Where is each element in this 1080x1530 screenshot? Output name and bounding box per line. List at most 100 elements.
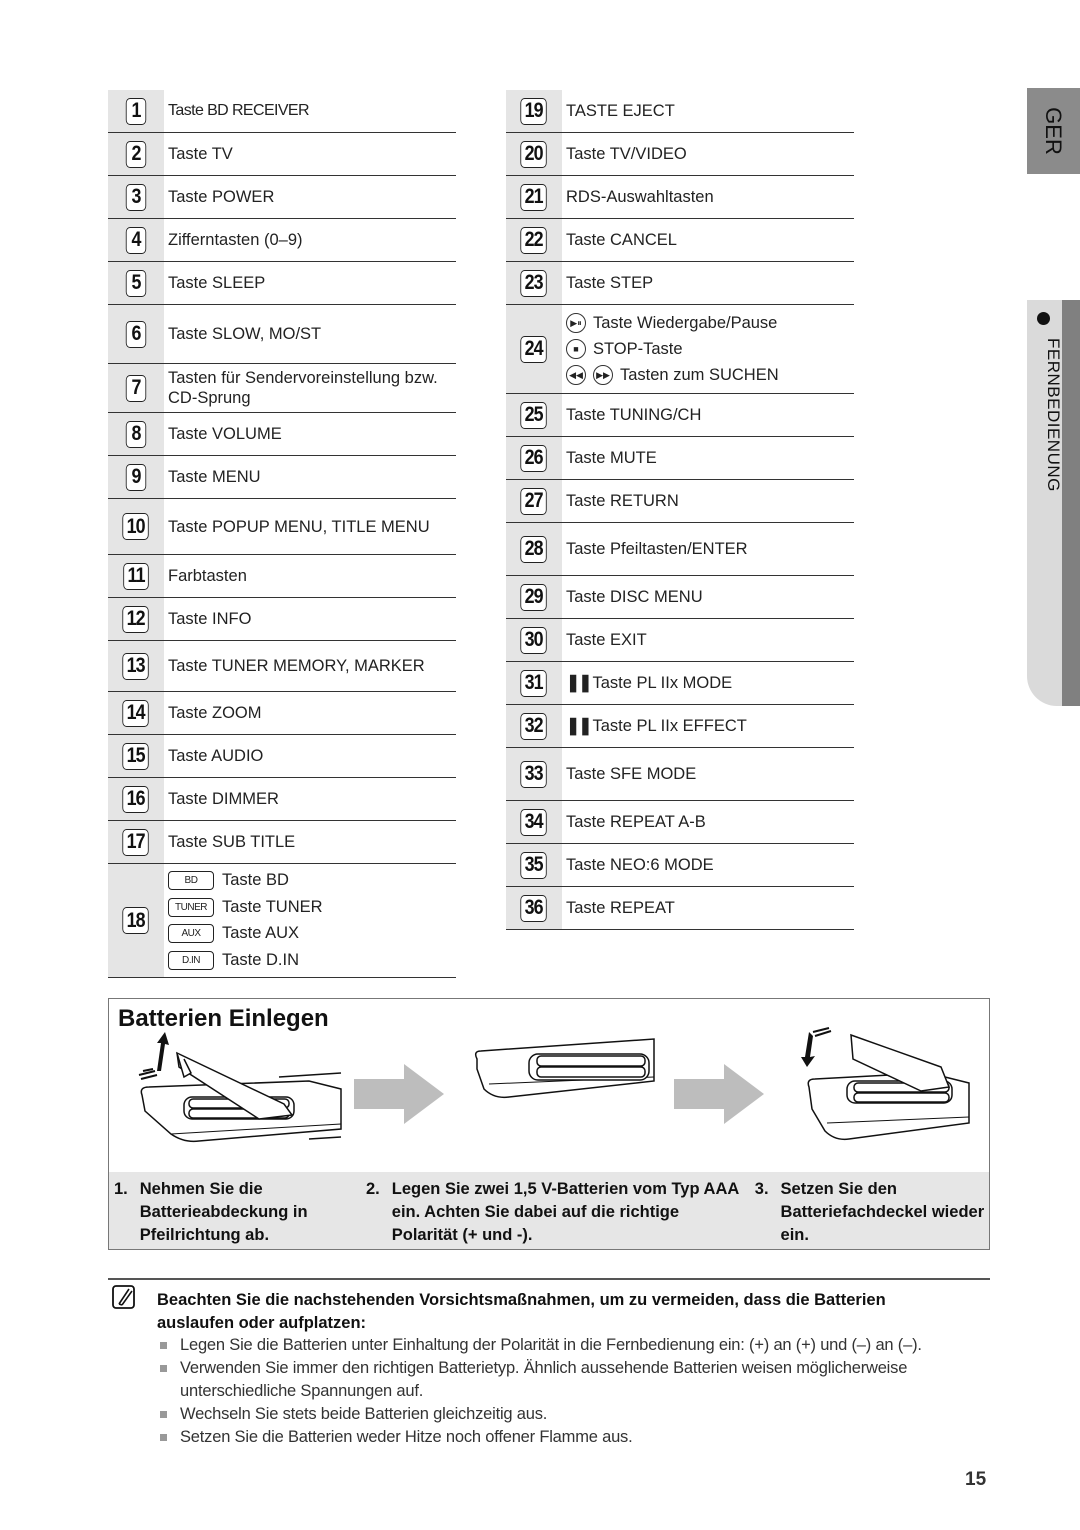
stop-icon: ■ bbox=[566, 339, 586, 359]
item-label: Taste Wiedergabe/Pause bbox=[593, 313, 778, 332]
step-number: 1. bbox=[114, 1180, 128, 1198]
item-label: Taste TV/VIDEO bbox=[566, 145, 687, 163]
button-list-row: 4 Zifferntasten (0–9) bbox=[108, 219, 456, 262]
item-number: 19 bbox=[520, 97, 548, 125]
item-label: Taste REPEAT A-B bbox=[566, 813, 706, 831]
aux-button-icon: AUX bbox=[168, 924, 214, 944]
item-number: 1 bbox=[125, 97, 147, 125]
button-list-row: 10 Taste POPUP MENU, TITLE MENU bbox=[108, 499, 456, 555]
item-number: 17 bbox=[122, 828, 150, 856]
divider bbox=[108, 1278, 990, 1280]
button-list-row: 12 Taste INFO bbox=[108, 598, 456, 641]
item-label: Taste INFO bbox=[168, 610, 252, 628]
item-label: TASTE EJECT bbox=[566, 102, 675, 120]
button-list-row: 29 Taste DISC MENU bbox=[506, 576, 854, 619]
button-list-row: 22 Taste CANCEL bbox=[506, 219, 854, 262]
item-number: 9 bbox=[125, 463, 147, 491]
button-list-row: 21 RDS-Auswahltasten bbox=[506, 176, 854, 219]
item-number: 8 bbox=[125, 420, 147, 448]
item-label: Taste TV bbox=[168, 145, 233, 163]
button-list-row: 30 Taste EXIT bbox=[506, 619, 854, 662]
rewind-icon: ◀◀ bbox=[566, 365, 586, 385]
note-icon bbox=[112, 1285, 135, 1309]
step-arrow-icon bbox=[674, 1064, 764, 1124]
item-number: 14 bbox=[122, 699, 150, 727]
item-number: 33 bbox=[520, 760, 548, 788]
note-heading: Beachten Sie die nachstehenden Vorsichts… bbox=[157, 1291, 886, 1332]
button-list-row: 5 Taste SLEEP bbox=[108, 262, 456, 305]
button-list-row: 8 Taste VOLUME bbox=[108, 413, 456, 456]
remote-batteries-illustration bbox=[474, 1038, 655, 1099]
din-button-icon: D.IN bbox=[168, 951, 214, 971]
item-number: 23 bbox=[520, 269, 548, 297]
button-list-row: 19 TASTE EJECT bbox=[506, 90, 854, 133]
item-number: 2 bbox=[125, 140, 147, 168]
item-label: Taste PL IIx EFFECT bbox=[592, 717, 747, 735]
button-list-row: 25 Taste TUNING/CH bbox=[506, 394, 854, 437]
dolby-icon: ❚❚ bbox=[566, 673, 592, 692]
item-label: STOP-Taste bbox=[593, 339, 683, 358]
button-list-row: 20 Taste TV/VIDEO bbox=[506, 133, 854, 176]
button-list-row: 17 Taste SUB TITLE bbox=[108, 821, 456, 864]
item-label: Taste DIMMER bbox=[168, 790, 279, 808]
item-label: Taste ZOOM bbox=[168, 704, 262, 722]
item-label: Taste NEO:6 MODE bbox=[566, 856, 714, 874]
item-label: Taste BD bbox=[222, 870, 289, 889]
step-text: Setzen Sie den Batteriefachdeckel wieder… bbox=[780, 1180, 985, 1244]
button-list-row: 13 Taste TUNER MEMORY, MARKER bbox=[108, 641, 456, 692]
item-number: 24 bbox=[520, 335, 548, 363]
battery-step: 3. Setzen Sie den Batteriefachdeckel wied… bbox=[748, 1172, 989, 1249]
item-label: Taste BD RECEIVER bbox=[168, 102, 310, 119]
item-number: 26 bbox=[520, 444, 548, 472]
button-list-row: 16 Taste DIMMER bbox=[108, 778, 456, 821]
item-label: Taste POPUP MENU, TITLE MENU bbox=[168, 517, 430, 536]
button-list-row: 15 Taste AUDIO bbox=[108, 735, 456, 778]
button-list-right: 19 TASTE EJECT 20 Taste TV/VIDEO 21 RDS-Auswa… bbox=[506, 90, 854, 930]
item-number: 3 bbox=[125, 183, 147, 211]
item-label: Taste CANCEL bbox=[566, 231, 677, 249]
battery-step: 1. Nehmen Sie die Batterieabdeckung in Pf… bbox=[109, 1172, 363, 1249]
battery-step: 2. Legen Sie zwei 1,5 V-Batterien vom Typ… bbox=[363, 1172, 747, 1249]
button-list-row: 27 Taste RETURN bbox=[506, 480, 854, 523]
item-label: Taste SLOW, MO/ST bbox=[168, 325, 322, 343]
item-number: 32 bbox=[520, 712, 548, 740]
item-number: 25 bbox=[520, 401, 548, 429]
item-number: 11 bbox=[123, 562, 149, 590]
button-list-row: 3 Taste POWER bbox=[108, 176, 456, 219]
button-list-row: 11 Farbtasten bbox=[108, 555, 456, 598]
item-label: Tasten für Sendervoreinstellung bzw. CD-… bbox=[168, 369, 438, 407]
note-item: Wechseln Sie stets beide Batterien gleic… bbox=[160, 1403, 960, 1426]
item-label: Zifferntasten (0–9) bbox=[168, 231, 303, 249]
button-list-left: 1 Taste BD RECEIVER 2 Taste TV 3 Taste POWER 4… bbox=[108, 90, 456, 978]
step-text: Nehmen Sie die Batterieabdeckung in Pfei… bbox=[139, 1180, 308, 1244]
arrow-down-icon bbox=[801, 1027, 832, 1067]
note-item: Setzen Sie die Batterien weder Hitze noc… bbox=[160, 1426, 960, 1449]
button-list-row: 24 ▶⏸ Taste Wiedergabe/Pause ■ STOP-Taste ◀◀ ▶… bbox=[506, 305, 854, 394]
step-number: 3. bbox=[754, 1180, 769, 1198]
item-number: 28 bbox=[520, 535, 548, 563]
dolby-icon: ❚❚ bbox=[566, 716, 592, 735]
bd-button-icon: BD bbox=[168, 870, 214, 890]
item-label: Taste EXIT bbox=[566, 631, 647, 649]
item-number: 10 bbox=[122, 513, 150, 540]
button-list-row: 31 ❚❚ Taste PL IIx MODE bbox=[506, 662, 854, 705]
item-number: 20 bbox=[520, 140, 548, 168]
note-item: Legen Sie die Batterien unter Einhaltung… bbox=[160, 1334, 960, 1357]
button-list-row: 34 Taste REPEAT A-B bbox=[506, 801, 854, 844]
item-label: Taste POWER bbox=[168, 188, 275, 206]
button-list-row: 9 Taste MENU bbox=[108, 456, 456, 499]
note-list: Legen Sie die Batterien unter Einhaltung… bbox=[160, 1334, 960, 1449]
button-list-row: 28 Taste Pfeiltasten/ENTER bbox=[506, 523, 854, 576]
item-number: 7 bbox=[125, 374, 147, 402]
item-number: 30 bbox=[520, 626, 548, 654]
button-list-row: 1 Taste BD RECEIVER bbox=[108, 90, 456, 133]
item-label: Taste VOLUME bbox=[168, 425, 282, 443]
step-arrow-icon bbox=[354, 1064, 444, 1124]
item-label: Taste D.IN bbox=[222, 951, 300, 970]
section-label: FERNBEDIENUNG bbox=[1044, 338, 1063, 492]
arrow-up-icon bbox=[138, 1032, 169, 1080]
item-number: 18 bbox=[122, 907, 150, 934]
item-number: 13 bbox=[122, 652, 150, 680]
item-label: Taste SLEEP bbox=[168, 274, 266, 292]
language-label: GER bbox=[1041, 107, 1066, 155]
